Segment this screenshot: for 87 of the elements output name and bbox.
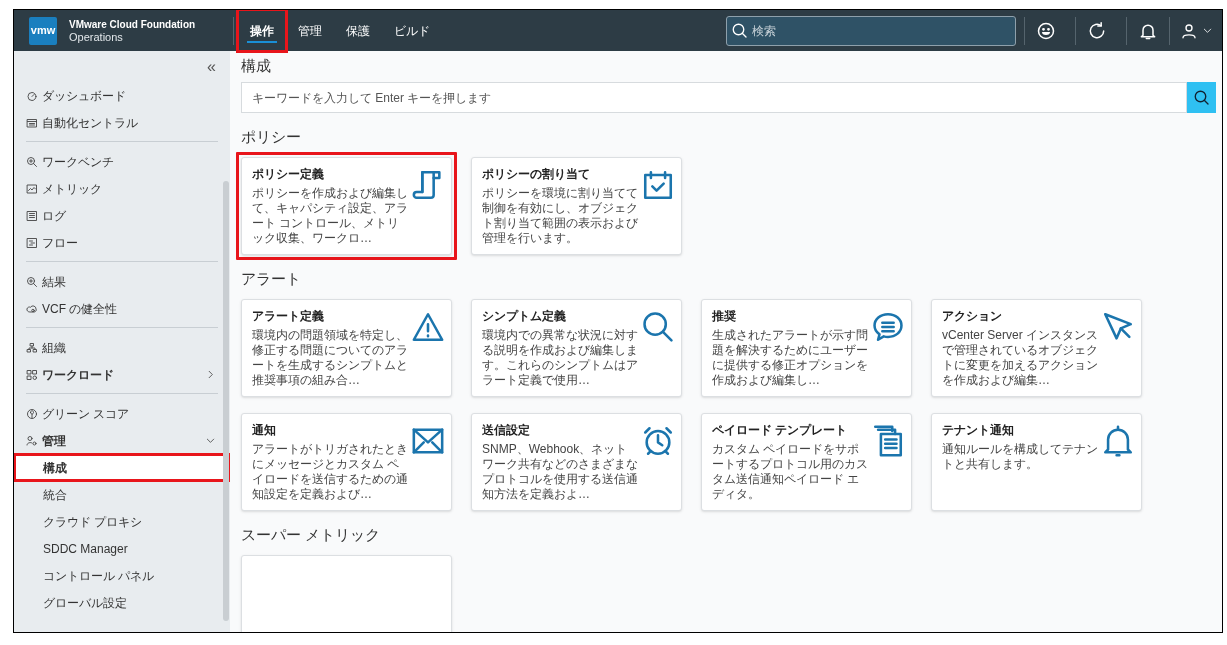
card[interactable]: テナント通知 通知ルールを構成してテナントと共有します。 bbox=[931, 413, 1142, 511]
line-chart-icon bbox=[26, 182, 38, 195]
nav-tab[interactable]: 操作 bbox=[238, 10, 286, 51]
grid-icon bbox=[26, 368, 38, 381]
page-title: 構成 bbox=[241, 56, 272, 76]
gauge-icon bbox=[26, 89, 38, 102]
sidebar-item[interactable]: ワークベンチ bbox=[42, 152, 218, 171]
sidebar-item[interactable]: VCF の健全性 bbox=[42, 299, 218, 318]
card[interactable]: アクション vCenter Server インスタンスで管理されているオブジェクトに変更を加えるアクションを作成および編集… bbox=[931, 299, 1142, 397]
card-title: 送信設定 bbox=[482, 423, 531, 438]
card[interactable]: ポリシー定義 ポリシーを作成および編集して、キャパシティ設定、アラート コントロール、メトリック収集、ワークロ… bbox=[241, 157, 452, 255]
card[interactable]: 通知 アラートがトリガされたときにメッセージとカスタム ペイロードを送信するための通知設定を定義および… bbox=[241, 413, 452, 511]
sidebar-item[interactable]: ログ bbox=[42, 206, 218, 225]
card-title: ペイロード テンプレート bbox=[712, 423, 849, 438]
documents-icon bbox=[871, 424, 905, 458]
card-description: 生成されたアラートが示す問題を解決するためにユーザーに提供する修正オプションを作成および編集し… bbox=[712, 328, 869, 388]
sidebar-item[interactable]: 管理 bbox=[42, 431, 201, 450]
card[interactable]: アラート定義 環境内の問題領域を特定し、修正する問題についてのアラートを生成するシンプトムと推奨事項の組み合… bbox=[241, 299, 452, 397]
card-title: シンプトム定義 bbox=[482, 309, 567, 324]
hierarchy-icon bbox=[26, 341, 38, 354]
sidebar-item[interactable]: 結果 bbox=[42, 272, 218, 291]
search-field[interactable]: 検索 bbox=[726, 15, 1016, 46]
card-description: アラートがトリガされたときにメッセージとカスタム ペイロードを送信するための通知設定を定義および… bbox=[252, 442, 409, 502]
logo: vmw bbox=[29, 16, 57, 45]
user-icon bbox=[1179, 21, 1198, 40]
card-description: 通知ルールを構成してテナントと共有します。 bbox=[942, 442, 1099, 472]
nav-tab[interactable]: 保護 bbox=[334, 10, 382, 51]
sidebar-subitem[interactable]: 構成 bbox=[14, 454, 230, 481]
section-heading: アラート bbox=[241, 269, 302, 289]
card[interactable]: シンプトム定義 環境内での異常な状況に対する説明を作成および編集します。これらのシンプトムはアラート定義で使用… bbox=[471, 299, 682, 397]
nav-tab[interactable]: ビルド bbox=[382, 10, 442, 51]
section-heading: ポリシー bbox=[241, 127, 302, 147]
chat-bubble-icon bbox=[871, 310, 905, 344]
search-icon bbox=[641, 310, 675, 344]
search-icon bbox=[1192, 88, 1211, 107]
card-description: 環境内での異常な状況に対する説明を作成および編集します。これらのシンプトムはアラート定義で使用… bbox=[482, 328, 639, 388]
sidebar-item[interactable]: ワークロード bbox=[42, 365, 201, 384]
card-title: アクション bbox=[942, 309, 1003, 324]
refresh-icon bbox=[1087, 20, 1107, 41]
sidebar-subitem[interactable]: SDDC Manager bbox=[14, 535, 230, 562]
sidebar-item[interactable]: フロー bbox=[42, 233, 218, 252]
magnifier-icon bbox=[26, 155, 38, 168]
sidebar-item[interactable]: グリーン スコア bbox=[42, 404, 218, 423]
sidebar-item[interactable]: メトリック bbox=[42, 179, 218, 198]
search-button[interactable] bbox=[1187, 82, 1216, 113]
warning-icon bbox=[411, 310, 445, 344]
card-title: 推奨 bbox=[712, 309, 737, 324]
collapse-button[interactable]: « bbox=[207, 58, 216, 75]
cloud-icon bbox=[26, 302, 38, 315]
card[interactable]: ペイロード テンプレート カスタム ペイロードをサポートするプロトコル用のカスタム送信通知ペイロード エディタ。 bbox=[701, 413, 912, 511]
card[interactable]: ポリシーの割り当て ポリシーを環境に割り当てて制御を有効にし、オブジェクト割り当て範囲の表示および管理を行います。 bbox=[471, 157, 682, 255]
list-icon bbox=[26, 236, 38, 249]
magnifier-icon bbox=[26, 275, 38, 288]
card-description: 環境内の問題領域を特定し、修正する問題についてのアラートを生成するシンプトムと推奨事項の組み合… bbox=[252, 328, 409, 388]
sidebar-item[interactable]: 自動化セントラル bbox=[42, 113, 218, 132]
smiley-icon bbox=[1036, 20, 1056, 41]
calendar-icon bbox=[26, 116, 38, 129]
scrollbar[interactable] bbox=[223, 181, 229, 621]
bell-icon bbox=[1101, 424, 1135, 458]
search-icon bbox=[731, 21, 749, 40]
card-description: SNMP、Webhook、ネットワーク共有などのさまざまなプロトコルを使用する送信通知方法を定義およ… bbox=[482, 442, 639, 502]
card-description: ポリシーを環境に割り当てて制御を有効にし、オブジェクト割り当て範囲の表示および管理を行います。 bbox=[482, 186, 639, 246]
nav-tab[interactable]: 管理 bbox=[286, 10, 334, 51]
card-description: ポリシーを作成および編集して、キャパシティ設定、アラート コントロール、メトリック収集、ワークロ… bbox=[252, 186, 409, 246]
card-description: カスタム ペイロードをサポートするプロトコル用のカスタム送信通知ペイロード エディタ。 bbox=[712, 442, 869, 502]
alarm-clock-icon bbox=[641, 424, 675, 458]
product-subtitle: Operations bbox=[69, 30, 124, 44]
card-title: アラート定義 bbox=[252, 309, 325, 324]
log-icon bbox=[26, 209, 38, 222]
sidebar-subitem[interactable]: グローバル設定 bbox=[14, 589, 230, 616]
product-name: VMware Cloud Foundation bbox=[69, 17, 197, 31]
card-title: ポリシー定義 bbox=[252, 167, 325, 182]
keyword-search-field[interactable]: キーワードを入力して Enter キーを押します bbox=[241, 82, 1187, 113]
card[interactable]: 推奨 生成されたアラートが示す問題を解決するためにユーザーに提供する修正オプションを作成および編集し… bbox=[701, 299, 912, 397]
sidebar-item[interactable]: 組織 bbox=[42, 338, 218, 357]
section-heading: スーパー メトリック bbox=[241, 525, 382, 545]
chevron-down-icon bbox=[1201, 25, 1213, 36]
calendar-check-icon bbox=[641, 168, 675, 202]
sidebar-subitem[interactable]: コントロール パネル bbox=[14, 562, 230, 589]
sidebar-item[interactable]: ダッシュボード bbox=[42, 86, 218, 105]
sidebar-subitem[interactable]: 統合 bbox=[14, 481, 230, 508]
card-title: テナント通知 bbox=[942, 423, 1015, 438]
card-description: vCenter Server インスタンスで管理されているオブジェクトに変更を加えるアクションを作成および編集… bbox=[942, 328, 1099, 388]
card[interactable]: 送信設定 SNMP、Webhook、ネットワーク共有などのさまざまなプロトコルを使用する送信通知方法を定義およ… bbox=[471, 413, 682, 511]
card-title: ポリシーの割り当て bbox=[482, 167, 591, 182]
sidebar-subitem[interactable]: クラウド プロキシ bbox=[14, 508, 230, 535]
card-title: 通知 bbox=[252, 423, 277, 438]
